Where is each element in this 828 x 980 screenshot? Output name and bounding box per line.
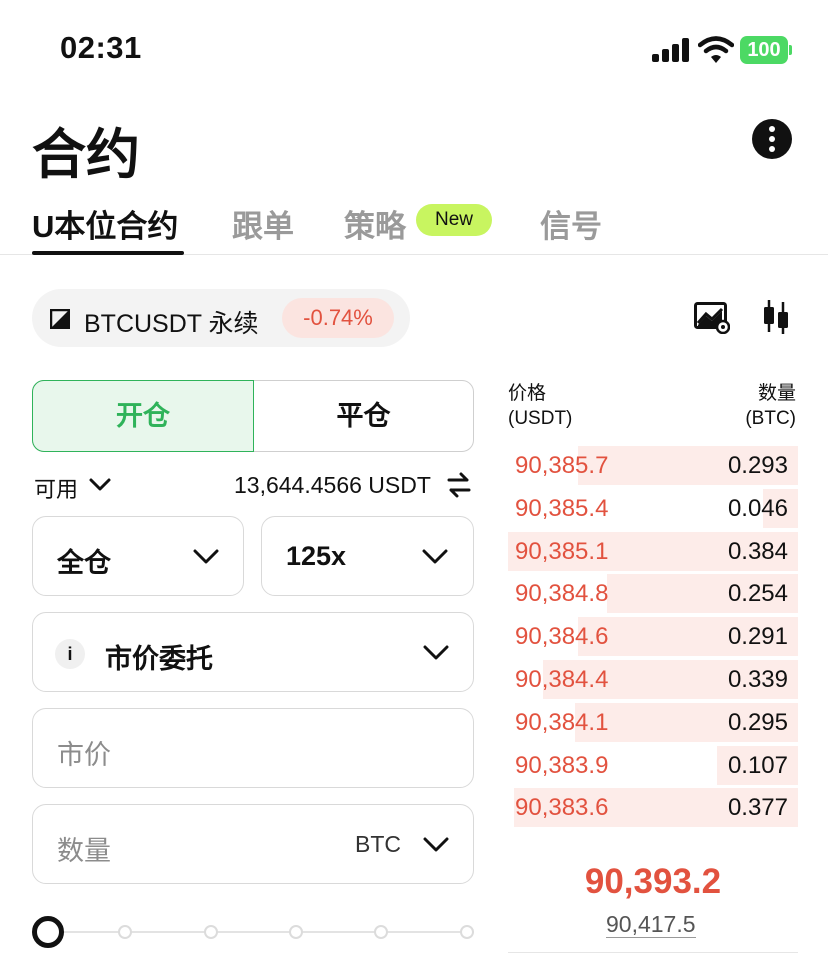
quantity-slider-knob[interactable] <box>32 916 64 948</box>
chevron-down-icon <box>193 549 219 564</box>
ask-quantity: 0.046 <box>727 494 788 522</box>
ask-price: 90,385.1 <box>515 537 609 565</box>
orderbook-ask-row[interactable]: 90,384.6 0.291 <box>508 615 798 658</box>
ask-quantity: 0.254 <box>727 580 788 608</box>
ask-price: 90,384.1 <box>515 708 609 736</box>
transfer-icon[interactable] <box>446 472 472 498</box>
ask-price: 90,383.9 <box>515 751 609 779</box>
chevron-down-icon <box>423 645 449 660</box>
price-placeholder: 市价 <box>57 740 111 770</box>
open-position-button[interactable]: 开仓 <box>33 381 254 451</box>
leverage-select[interactable]: 125x <box>261 516 474 596</box>
chevron-down-icon[interactable] <box>423 837 449 853</box>
pair-name: BTCUSDT 永续 <box>84 310 259 338</box>
more-options-button[interactable] <box>752 119 792 159</box>
quantity-placeholder: 数量 <box>57 836 111 866</box>
qty-header-label: 数量 <box>757 383 796 404</box>
last-price[interactable]: 90,393.2 <box>508 862 798 902</box>
mark-price[interactable]: 90,417.5 <box>606 911 696 938</box>
orderbook-ask-row[interactable]: 90,383.6 0.377 <box>508 786 798 829</box>
slider-stop-25[interactable] <box>118 925 132 939</box>
orderbook-price-header: 价格 (USDT) <box>508 381 572 431</box>
orderbook-ask-row[interactable]: 90,384.8 0.254 <box>508 572 798 615</box>
slider-stop-75[interactable] <box>289 925 303 939</box>
quantity-input[interactable]: 数量 BTC <box>32 804 474 884</box>
quantity-unit-select[interactable]: BTC <box>355 831 401 858</box>
ask-quantity: 0.377 <box>727 794 788 822</box>
info-icon[interactable]: i <box>55 639 85 669</box>
slider-stop-100[interactable] <box>374 925 388 939</box>
active-tab-indicator <box>32 251 184 255</box>
orderbook-ask-row[interactable]: 90,384.4 0.339 <box>508 658 798 701</box>
orderbook-ask-row[interactable]: 90,383.9 0.107 <box>508 744 798 787</box>
qty-header-unit: (BTC) <box>745 408 796 429</box>
ask-price: 90,384.4 <box>515 665 609 693</box>
divider <box>508 952 798 953</box>
margin-mode-value: 全仓 <box>57 548 111 578</box>
chart-icon[interactable] <box>694 302 730 334</box>
ask-quantity: 0.291 <box>727 623 788 651</box>
close-position-button[interactable]: 平仓 <box>254 381 473 451</box>
orderbook-ask-row[interactable]: 90,385.4 0.046 <box>508 487 798 530</box>
ask-quantity: 0.107 <box>727 751 788 779</box>
tab-bar: U本位合约 跟单 策略 信号 <box>0 195 828 255</box>
leverage-value: 125x <box>286 541 347 571</box>
ask-price: 90,385.4 <box>515 494 609 522</box>
tab-signals[interactable]: 信号 <box>540 201 602 246</box>
orderbook-ask-row[interactable]: 90,385.7 0.293 <box>508 444 798 487</box>
chevron-down-icon <box>422 549 448 564</box>
wifi-icon <box>698 36 734 63</box>
page-title: 合约 <box>32 125 140 185</box>
orderbook-ask-row[interactable]: 90,384.1 0.295 <box>508 701 798 744</box>
battery-level: 100 <box>740 36 788 64</box>
battery-icon: 100 <box>740 36 792 64</box>
price-input[interactable]: 市价 <box>32 708 474 788</box>
status-time: 02:31 <box>60 30 142 65</box>
chevron-down-icon[interactable] <box>88 474 112 494</box>
ask-price: 90,385.7 <box>515 452 609 479</box>
status-bar: 02:31 100 <box>0 0 828 100</box>
price-header-label: 价格 <box>508 383 547 404</box>
cellular-signal-icon <box>652 38 690 62</box>
candlestick-icon[interactable] <box>762 298 790 336</box>
tab-copy-trading[interactable]: 跟单 <box>232 201 294 246</box>
orderbook-ask-row[interactable]: 90,385.1 0.384 <box>508 530 798 573</box>
ask-quantity: 0.295 <box>727 708 788 736</box>
pair-switch-icon <box>50 309 70 329</box>
order-type-value: 市价委托 <box>105 644 213 674</box>
slider-stop-end[interactable] <box>460 925 474 939</box>
ask-quantity: 0.339 <box>727 665 788 693</box>
pair-selector[interactable]: BTCUSDT 永续 -0.74% <box>32 289 410 347</box>
order-side-toggle: 开仓 平仓 <box>32 380 474 452</box>
margin-mode-select[interactable]: 全仓 <box>32 516 244 596</box>
available-balance: 13,644.4566 USDT <box>234 472 431 498</box>
ask-price: 90,384.8 <box>515 580 609 608</box>
ask-quantity: 0.293 <box>727 452 788 479</box>
ask-price: 90,383.6 <box>515 794 609 822</box>
orderbook-qty-header: 数量 (BTC) <box>700 381 796 431</box>
tab-strategy[interactable]: 策略 <box>344 201 406 246</box>
new-badge: New <box>416 204 492 236</box>
orderbook-asks: 90,385.7 0.293 90,385.4 0.046 90,385.1 0.384 9… <box>508 444 798 829</box>
ask-quantity: 0.384 <box>727 537 788 565</box>
price-header-unit: (USDT) <box>508 408 573 429</box>
available-label[interactable]: 可用 <box>34 472 78 504</box>
tab-usdt-futures[interactable]: U本位合约 <box>32 201 178 246</box>
ask-price: 90,384.6 <box>515 623 609 651</box>
slider-stop-50[interactable] <box>204 925 218 939</box>
pair-change-badge: -0.74% <box>282 298 394 338</box>
order-type-select[interactable]: i 市价委托 <box>32 612 474 692</box>
